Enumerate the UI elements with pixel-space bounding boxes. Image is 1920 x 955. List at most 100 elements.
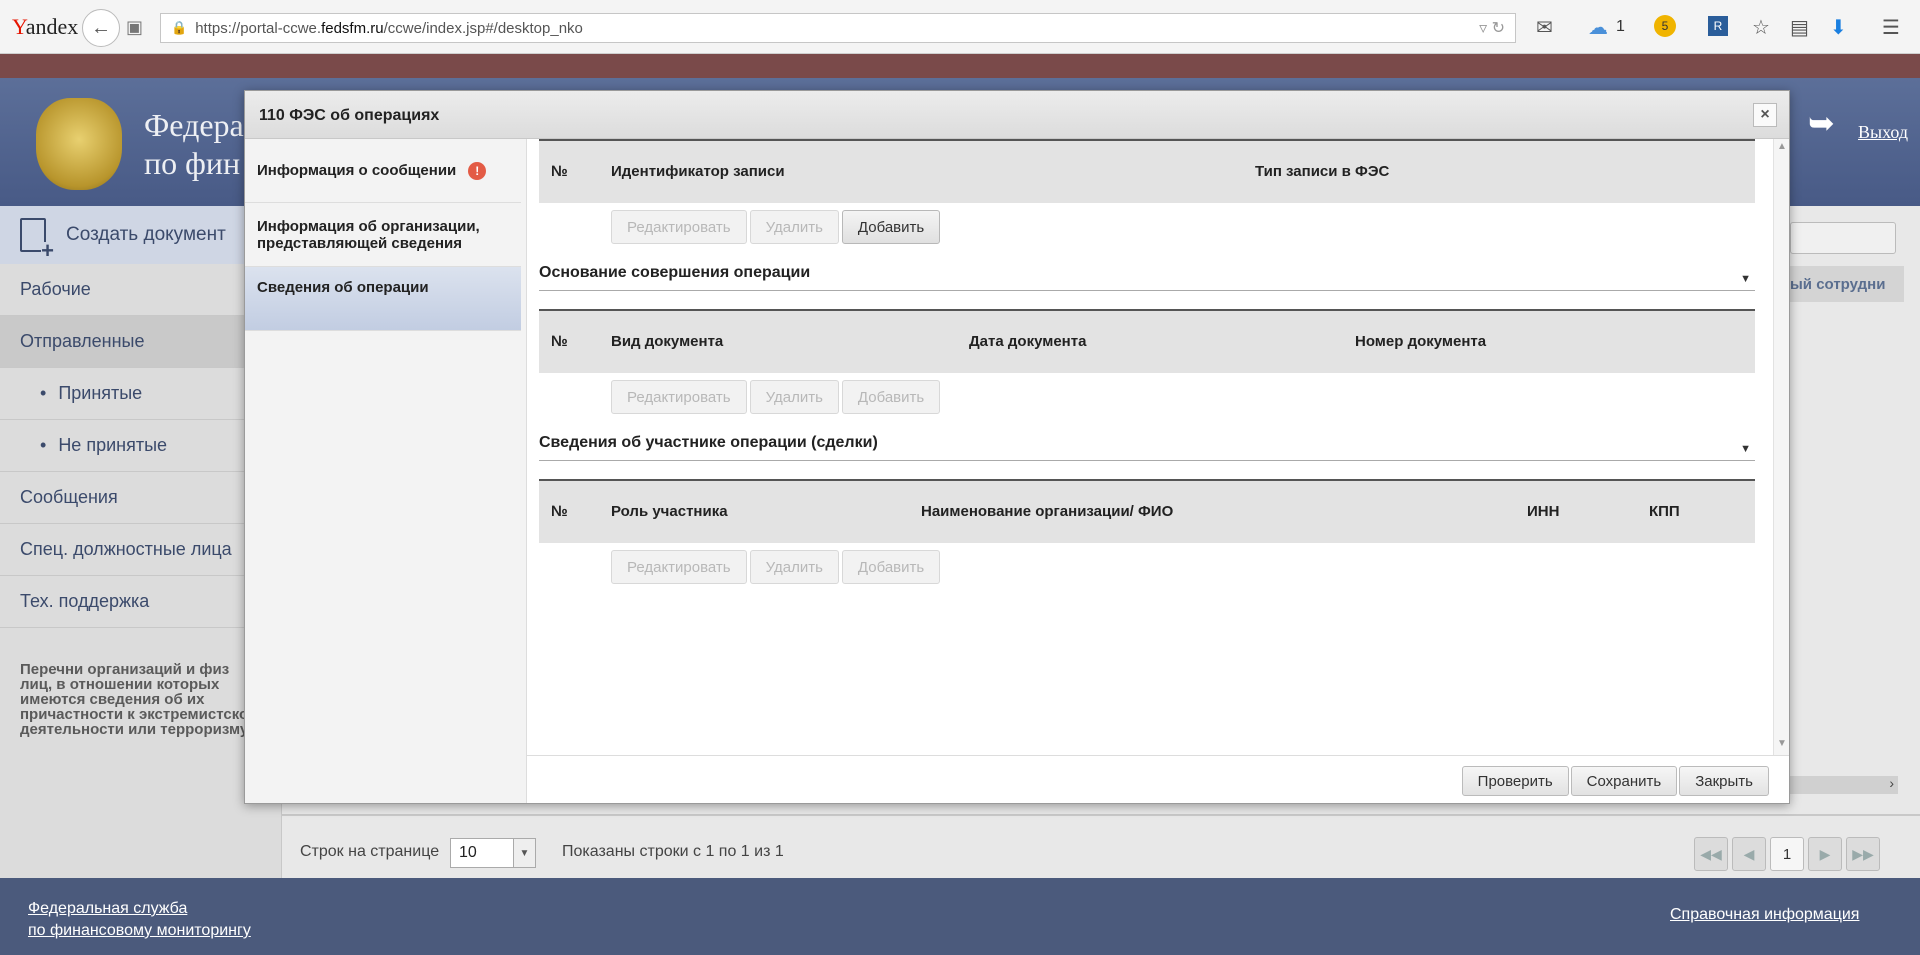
- tabs-icon[interactable]: ▣: [126, 17, 143, 38]
- section-participant-info[interactable]: Сведения об участнике операции (сделки) …: [539, 431, 1755, 461]
- footer-help-link[interactable]: Справочная информация: [1670, 906, 1859, 924]
- column-header: ый сотрудни: [1784, 266, 1904, 302]
- caret-down-icon[interactable]: ▼: [1740, 443, 1751, 455]
- next-page-icon[interactable]: ▶: [1808, 837, 1842, 871]
- col-record-type: Тип записи в ФЭС: [1255, 163, 1390, 180]
- sidebar-notice-link[interactable]: Перечни организаций и физ лиц, в отношен…: [20, 662, 260, 737]
- reload-icon[interactable]: ▿ ↻: [1479, 18, 1505, 38]
- new-document-icon: [20, 218, 54, 260]
- footer-org-link[interactable]: Федеральная служба по финансовому монито…: [28, 898, 251, 942]
- col-role: Роль участника: [611, 503, 728, 520]
- section-operation-basis[interactable]: Основание совершения операции ▼: [539, 261, 1755, 291]
- edit-button[interactable]: Редактировать: [611, 380, 747, 414]
- save-button[interactable]: Сохранить: [1570, 766, 1678, 796]
- emblem-icon: [36, 98, 122, 190]
- chevron-right-icon[interactable]: ›: [1889, 775, 1894, 791]
- nav-organization-info[interactable]: Информация об организации, представляюще…: [245, 203, 521, 267]
- col-doc-date: Дата документа: [969, 333, 1087, 350]
- reader-icon[interactable]: ▤: [1790, 15, 1809, 40]
- search-input[interactable]: [1790, 222, 1896, 254]
- nav-message-info[interactable]: Информация о сообщении !: [245, 139, 521, 203]
- badge-icon[interactable]: 5: [1654, 15, 1676, 37]
- col-inn: ИНН: [1527, 503, 1560, 520]
- col-record-id: Идентификатор записи: [611, 163, 785, 180]
- cloud-icon[interactable]: ☁: [1588, 15, 1608, 40]
- exit-icon[interactable]: ➥: [1808, 104, 1835, 142]
- sidebar-item-working[interactable]: Рабочие: [0, 264, 282, 316]
- create-document-label: Создать документ: [66, 224, 226, 245]
- participants-actions: Редактировать Удалить Добавить: [611, 550, 941, 584]
- col-doc-type: Вид документа: [611, 333, 724, 350]
- add-button[interactable]: Добавить: [841, 380, 941, 414]
- address-bar[interactable]: 🔒 https://portal-ccwe. fedsfm.ru/ccwe/ind…: [160, 13, 1516, 43]
- edit-button[interactable]: Редактировать: [611, 210, 747, 244]
- top-band: [0, 54, 1920, 78]
- url-domain: fedsfm.ru: [321, 19, 384, 37]
- dialog-header: 110 ФЭС об операциях ×: [245, 91, 1789, 139]
- delete-button[interactable]: Удалить: [749, 380, 839, 414]
- chevron-down-icon[interactable]: ▼: [513, 839, 535, 867]
- rows-shown-label: Показаны строки с 1 по 1 из 1: [562, 843, 784, 860]
- col-kpp: КПП: [1649, 503, 1680, 520]
- sidebar-item-not-accepted[interactable]: Не принятые: [0, 420, 282, 472]
- sidebar-item-messages[interactable]: Сообщения: [0, 472, 282, 524]
- rows-per-page-value: 10: [459, 844, 477, 861]
- star-icon[interactable]: ☆: [1752, 15, 1770, 40]
- warning-icon: !: [468, 161, 487, 180]
- records-actions: Редактировать Удалить Добавить: [611, 210, 941, 244]
- col-number: №: [551, 333, 568, 350]
- current-page[interactable]: 1: [1770, 837, 1804, 871]
- col-number: №: [551, 503, 568, 520]
- download-icon[interactable]: ⬇: [1830, 15, 1847, 40]
- close-icon[interactable]: ×: [1753, 103, 1777, 127]
- site-footer: [0, 878, 1920, 955]
- close-button[interactable]: Закрыть: [1679, 766, 1769, 796]
- col-org-name: Наименование организации/ ФИО: [921, 503, 1174, 520]
- url-prefix: https://portal-ccwe.: [195, 19, 322, 37]
- sidebar-item-special-officials[interactable]: Спец. должностные лица: [0, 524, 282, 576]
- prev-page-icon[interactable]: ◀: [1732, 837, 1766, 871]
- table-header-participants: № Роль участника Наименование организаци…: [539, 479, 1755, 543]
- rows-per-page-label: Строк на странице: [300, 843, 440, 860]
- chevron-down-icon[interactable]: ▼: [1777, 738, 1787, 749]
- menu-icon[interactable]: ☰: [1882, 15, 1900, 40]
- sidebar-item-sent[interactable]: Отправленные: [0, 316, 282, 368]
- documents-actions: Редактировать Удалить Добавить: [611, 380, 941, 414]
- url-path: /ccwe/index.jsp#/desktop_nko: [383, 19, 583, 37]
- table-header-documents: № Вид документа Дата документа Номер док…: [539, 309, 1755, 373]
- chevron-up-icon[interactable]: ▲: [1777, 141, 1787, 152]
- check-button[interactable]: Проверить: [1461, 766, 1569, 796]
- sidebar-item-support[interactable]: Тех. поддержка: [0, 576, 282, 628]
- rows-per-page-select[interactable]: 10 ▼: [450, 838, 536, 868]
- back-icon[interactable]: ←: [82, 9, 120, 47]
- table-header-records: № Идентификатор записи Тип записи в ФЭС: [539, 139, 1755, 203]
- dialog-footer: Проверить Сохранить Закрыть: [527, 755, 1789, 803]
- last-page-icon[interactable]: ▶▶: [1846, 837, 1880, 871]
- nav-operation-info[interactable]: Сведения об операции: [245, 267, 521, 331]
- dialog-nav: Информация о сообщении ! Информация об о…: [245, 139, 527, 803]
- add-button[interactable]: Добавить: [841, 210, 941, 244]
- extension-icon[interactable]: R: [1708, 16, 1728, 36]
- delete-button[interactable]: Удалить: [749, 210, 839, 244]
- dialog-title: 110 ФЭС об операциях: [259, 107, 440, 124]
- vertical-scrollbar[interactable]: ▲ ▼: [1773, 139, 1789, 755]
- sidebar: Создать документ Рабочие Отправленные Пр…: [0, 206, 282, 878]
- edit-button[interactable]: Редактировать: [611, 550, 747, 584]
- browser-toolbar: Yandex ← ▣ 🔒 https://portal-ccwe. fedsfm.…: [0, 0, 1920, 54]
- sidebar-item-accepted[interactable]: Принятые: [0, 368, 282, 420]
- caret-down-icon[interactable]: ▼: [1740, 273, 1751, 285]
- first-page-icon[interactable]: ◀◀: [1694, 837, 1728, 871]
- cloud-count: 1: [1616, 18, 1625, 35]
- col-number: №: [551, 163, 568, 180]
- exit-link[interactable]: Выход: [1858, 122, 1908, 143]
- delete-button[interactable]: Удалить: [749, 550, 839, 584]
- mail-icon[interactable]: ✉: [1536, 15, 1553, 40]
- dialog-content: № Идентификатор записи Тип записи в ФЭС …: [527, 139, 1789, 755]
- horizontal-scrollbar[interactable]: ›: [1790, 775, 1898, 794]
- divider: [282, 814, 1920, 816]
- lock-icon: 🔒: [171, 20, 188, 35]
- add-button[interactable]: Добавить: [841, 550, 941, 584]
- create-document-button[interactable]: Создать документ: [0, 206, 282, 264]
- yandex-logo[interactable]: Yandex: [12, 14, 78, 40]
- site-title: Федера по фин: [144, 107, 244, 181]
